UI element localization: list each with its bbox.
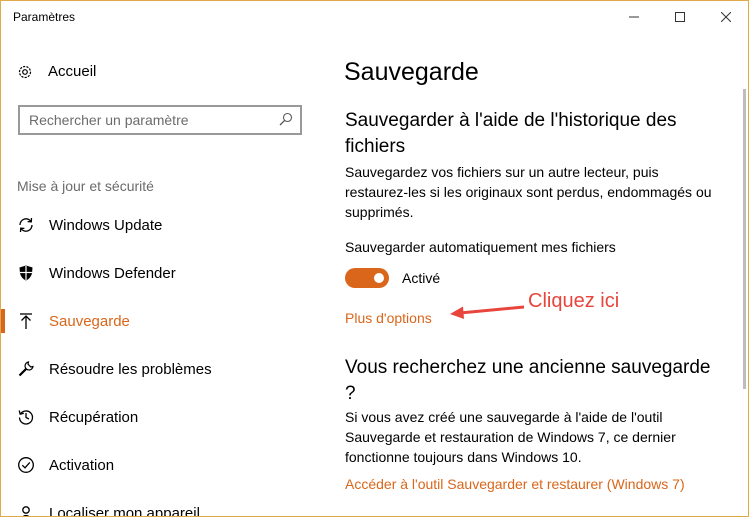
shield-icon [17, 264, 35, 282]
auto-backup-toggle[interactable] [345, 268, 389, 288]
gear-icon [17, 64, 33, 80]
maximize-icon [675, 12, 685, 22]
history-heading: Sauvegarder à l'aide de l'historique des… [345, 110, 677, 157]
nav-item-label: Résoudre les problèmes [49, 360, 212, 378]
nav-item-label: Activation [49, 456, 115, 474]
nav-item-sauvegarde[interactable]: Sauvegarde [1, 298, 321, 344]
nav-item-label: Windows Defender [49, 264, 176, 282]
settings-window: Paramètres Accueil Mise à jour et sécuri… [0, 0, 749, 517]
nav-item-localiser-appareil[interactable]: Localiser mon appareil [1, 490, 321, 517]
old-backup-description: Si vous avez créé une sauvegarde à l'aid… [345, 409, 676, 465]
search-input[interactable] [29, 111, 269, 129]
sync-icon [17, 216, 35, 234]
close-button[interactable] [703, 1, 748, 33]
maximize-button[interactable] [657, 1, 703, 33]
nav-item-windows-defender[interactable]: Windows Defender [1, 250, 321, 296]
backup-restore-w7-link[interactable]: Accéder à l'outil Sauvegarder et restaur… [345, 476, 685, 492]
minimize-button[interactable] [611, 1, 657, 33]
nav-item-label: Récupération [49, 408, 139, 426]
more-options-link[interactable]: Plus d'options [345, 310, 432, 326]
nav-item-activation[interactable]: Activation [1, 442, 321, 488]
person-pin-icon [17, 504, 35, 516]
history-icon [17, 408, 35, 426]
minimize-icon [629, 16, 639, 18]
nav-item-resoudre-problemes[interactable]: Résoudre les problèmes [1, 346, 321, 392]
title-bar[interactable]: Paramètres [1, 1, 748, 33]
main-content: Sauvegarde Sauvegarder à l'aide de l'his… [321, 33, 731, 516]
sidebar: Accueil Mise à jour et sécurité Windows … [1, 33, 321, 516]
toggle-knob [374, 273, 384, 283]
nav-item-windows-update[interactable]: Windows Update [1, 202, 321, 248]
auto-backup-label: Sauvegarder automatiquement mes fichiers [345, 239, 616, 255]
upload-arrow-icon [17, 312, 35, 330]
annotation-arrow-icon [450, 305, 525, 319]
history-description: Sauvegardez vos fichiers sur un autre le… [345, 164, 712, 220]
check-circle-icon [17, 456, 35, 474]
active-indicator [1, 309, 5, 333]
old-backup-heading: Vous recherchez une ancienne sauvegarde … [345, 357, 711, 404]
home-nav-item[interactable]: Accueil [17, 63, 96, 80]
close-icon [721, 12, 731, 22]
nav-item-label: Localiser mon appareil [49, 504, 200, 517]
home-label: Accueil [48, 63, 97, 80]
section-label: Mise à jour et sécurité [17, 178, 154, 194]
nav-item-label: Sauvegarde [49, 312, 130, 330]
nav-item-label: Windows Update [49, 216, 163, 234]
scrollbar-thumb[interactable] [743, 89, 746, 389]
toggle-state-label: Activé [402, 270, 441, 286]
page-title: Sauvegarde [344, 58, 479, 86]
wrench-icon [17, 360, 35, 378]
settings-search-box[interactable] [18, 105, 302, 135]
annotation-text: Cliquez ici [528, 290, 620, 312]
search-icon[interactable] [279, 112, 293, 126]
nav-item-recuperation[interactable]: Récupération [1, 394, 321, 440]
scrollbar[interactable] [741, 33, 748, 516]
window-title: Paramètres [13, 10, 76, 24]
